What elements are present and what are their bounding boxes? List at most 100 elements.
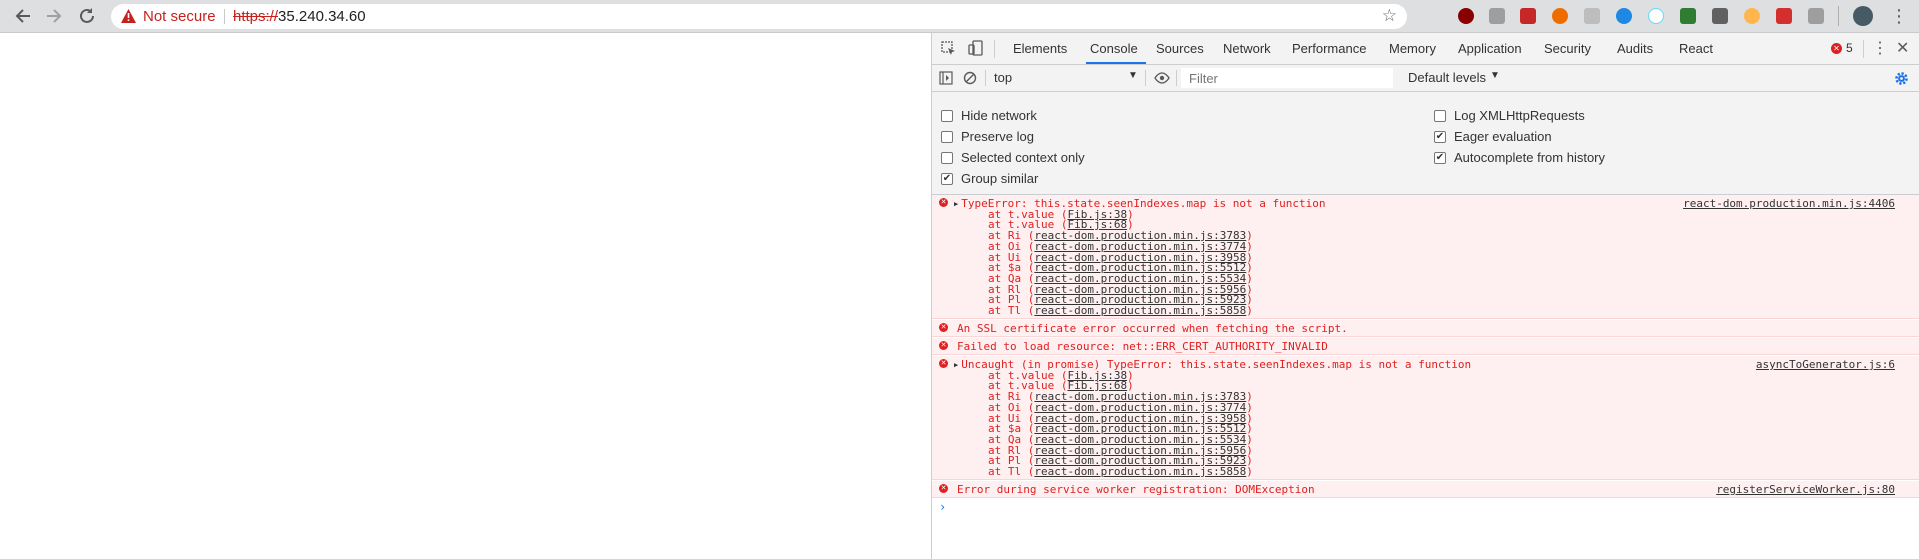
- tab-network[interactable]: Network: [1223, 41, 1271, 56]
- error-icon: ✕: [939, 359, 948, 368]
- devtools-tabbar: Elements Console Sources Network Perform…: [932, 33, 1919, 65]
- blue-extension-icon[interactable]: [1616, 8, 1632, 24]
- tab-sources[interactable]: Sources: [1156, 41, 1204, 56]
- devtools-panel: Elements Console Sources Network Perform…: [931, 33, 1919, 559]
- log-xhr-label: Log XMLHttpRequests: [1454, 108, 1585, 123]
- reload-button[interactable]: [76, 5, 98, 27]
- profile-avatar[interactable]: [1853, 6, 1873, 26]
- omnibox-divider: [224, 9, 225, 24]
- console-error-message[interactable]: ✕ ▶ TypeError: this.state.seenIndexes.map …: [932, 195, 1919, 319]
- grey-extension-icon[interactable]: [1808, 8, 1824, 24]
- console-error-message[interactable]: ✕ Error during service worker registratio…: [932, 481, 1919, 498]
- face-extension-icon[interactable]: [1744, 8, 1760, 24]
- toolbar-divider: [1838, 6, 1839, 26]
- react-devtools-extension-icon[interactable]: [1648, 8, 1664, 24]
- levels-dropdown-icon: ▼: [1490, 70, 1500, 81]
- error-source-link[interactable]: registerServiceWorker.js:80: [1716, 483, 1895, 496]
- hide-network-checkbox[interactable]: [941, 110, 953, 122]
- stack-frame-link[interactable]: react-dom.production.min.js:5858: [1034, 465, 1246, 478]
- tab-react[interactable]: React: [1679, 41, 1713, 56]
- ublock-extension-icon[interactable]: [1458, 8, 1474, 24]
- stack-frame-close: ): [1246, 304, 1253, 317]
- console-toolbar: top ▼ Default levels ▼: [932, 65, 1919, 92]
- error-source-link[interactable]: asyncToGenerator.js:6: [1756, 358, 1895, 371]
- close-devtools-icon[interactable]: ✕: [1896, 38, 1909, 58]
- tab-audits[interactable]: Audits: [1617, 41, 1653, 56]
- eager-evaluation-checkbox[interactable]: ✔: [1434, 131, 1446, 143]
- autocomplete-checkbox[interactable]: ✔: [1434, 152, 1446, 164]
- tab-performance[interactable]: Performance: [1292, 41, 1366, 56]
- tab-application[interactable]: Application: [1458, 41, 1522, 56]
- stack-frame: at Tl (react-dom.production.min.js:5858): [988, 465, 1253, 478]
- address-bar[interactable]: Not secure https://35.240.34.60 ☆: [111, 4, 1407, 29]
- error-text: Failed to load resource: net::ERR_CERT_A…: [957, 340, 1328, 353]
- error-source-link[interactable]: react-dom.production.min.js:4406: [1683, 197, 1895, 210]
- console-messages: ✕ ▶ TypeError: this.state.seenIndexes.map …: [932, 195, 1919, 559]
- group-similar-checkbox[interactable]: ✔: [941, 173, 953, 185]
- back-arrow-icon: [15, 9, 30, 23]
- device-toolbar-icon[interactable]: [968, 40, 983, 56]
- reload-icon: [80, 8, 94, 23]
- camera-extension-icon[interactable]: [1489, 8, 1505, 24]
- console-error-message[interactable]: ✕ An SSL certificate error occurred when …: [932, 320, 1919, 337]
- error-text: Error during service worker registration…: [957, 483, 1315, 496]
- selected-context-checkbox[interactable]: [941, 152, 953, 164]
- tab-console[interactable]: Console: [1090, 41, 1138, 56]
- red-extension-icon[interactable]: [1520, 8, 1536, 24]
- stack-frame-link[interactable]: react-dom.production.min.js:5858: [1034, 304, 1246, 317]
- console-settings-gear-icon[interactable]: [1894, 71, 1909, 86]
- eager-evaluation-label: Eager evaluation: [1454, 129, 1552, 144]
- inspect-element-icon[interactable]: [941, 41, 956, 56]
- security-label[interactable]: Not secure: [143, 8, 216, 25]
- context-dropdown-icon[interactable]: ▼: [1128, 70, 1138, 81]
- expand-triangle-icon[interactable]: ▶: [954, 200, 958, 208]
- error-icon: ✕: [939, 341, 948, 350]
- devtools-menu-icon[interactable]: ⋮: [1872, 38, 1888, 58]
- error-text: An SSL certificate error occurred when f…: [957, 322, 1348, 335]
- live-expression-eye-icon[interactable]: [1154, 72, 1170, 84]
- expand-triangle-icon[interactable]: ▶: [954, 361, 958, 369]
- toolbar-divider: [1145, 70, 1146, 86]
- console-filter-input[interactable]: [1181, 68, 1393, 88]
- console-error-message[interactable]: ✕ Failed to load resource: net::ERR_CERT_…: [932, 338, 1919, 355]
- vue-extension-icon[interactable]: [1712, 8, 1728, 24]
- console-prompt-icon[interactable]: ›: [939, 500, 946, 514]
- forward-arrow-icon: [47, 9, 62, 23]
- error-count[interactable]: 5: [1846, 41, 1853, 55]
- stack-frame: at Tl (react-dom.production.min.js:5858): [988, 304, 1253, 317]
- url-scheme: https://: [233, 8, 279, 25]
- error-icon: ✕: [939, 484, 948, 493]
- error-count-icon[interactable]: ✕: [1831, 43, 1842, 54]
- url-host: 35.240.34.60: [278, 8, 366, 25]
- clear-console-icon[interactable]: [963, 71, 977, 85]
- back-button[interactable]: [12, 5, 34, 27]
- tabbar-divider: [994, 40, 995, 58]
- error-message-text: Failed to load resource: net::ERR_CERT_A…: [957, 340, 1328, 353]
- stack-frame-close: ): [1246, 465, 1253, 478]
- tabbar-divider-right: [1863, 40, 1864, 58]
- tab-elements[interactable]: Elements: [1013, 41, 1067, 56]
- stack-frame-function: at Tl (: [988, 304, 1035, 317]
- active-tab-indicator: [1086, 62, 1146, 64]
- tab-security[interactable]: Security: [1544, 41, 1591, 56]
- tab-memory[interactable]: Memory: [1389, 41, 1436, 56]
- bookmark-star-icon[interactable]: ☆: [1382, 6, 1397, 26]
- green-extension-icon[interactable]: [1680, 8, 1696, 24]
- preserve-log-checkbox[interactable]: [941, 131, 953, 143]
- browser-menu-icon[interactable]: ⋮: [1890, 6, 1908, 27]
- log-levels-dropdown[interactable]: Default levels: [1408, 70, 1486, 85]
- page-extension-icon[interactable]: [1584, 8, 1600, 24]
- log-xhr-checkbox[interactable]: [1434, 110, 1446, 122]
- browser-toolbar: Not secure https://35.240.34.60 ☆ ⋮: [0, 0, 1919, 33]
- stack-frame-function: at Tl (: [988, 465, 1035, 478]
- forward-button[interactable]: [43, 5, 65, 27]
- calendar-extension-icon[interactable]: [1776, 8, 1792, 24]
- console-error-message[interactable]: ✕ ▶ Uncaught (in promise) TypeError: this.…: [932, 356, 1919, 480]
- show-sidebar-icon[interactable]: [939, 71, 953, 85]
- orange-extension-icon[interactable]: [1552, 8, 1568, 24]
- context-selector[interactable]: top: [994, 70, 1012, 85]
- url-text[interactable]: https://35.240.34.60: [233, 8, 366, 25]
- error-icon: ✕: [939, 198, 948, 207]
- error-icon: ✕: [939, 323, 948, 332]
- toolbar-divider: [985, 70, 986, 86]
